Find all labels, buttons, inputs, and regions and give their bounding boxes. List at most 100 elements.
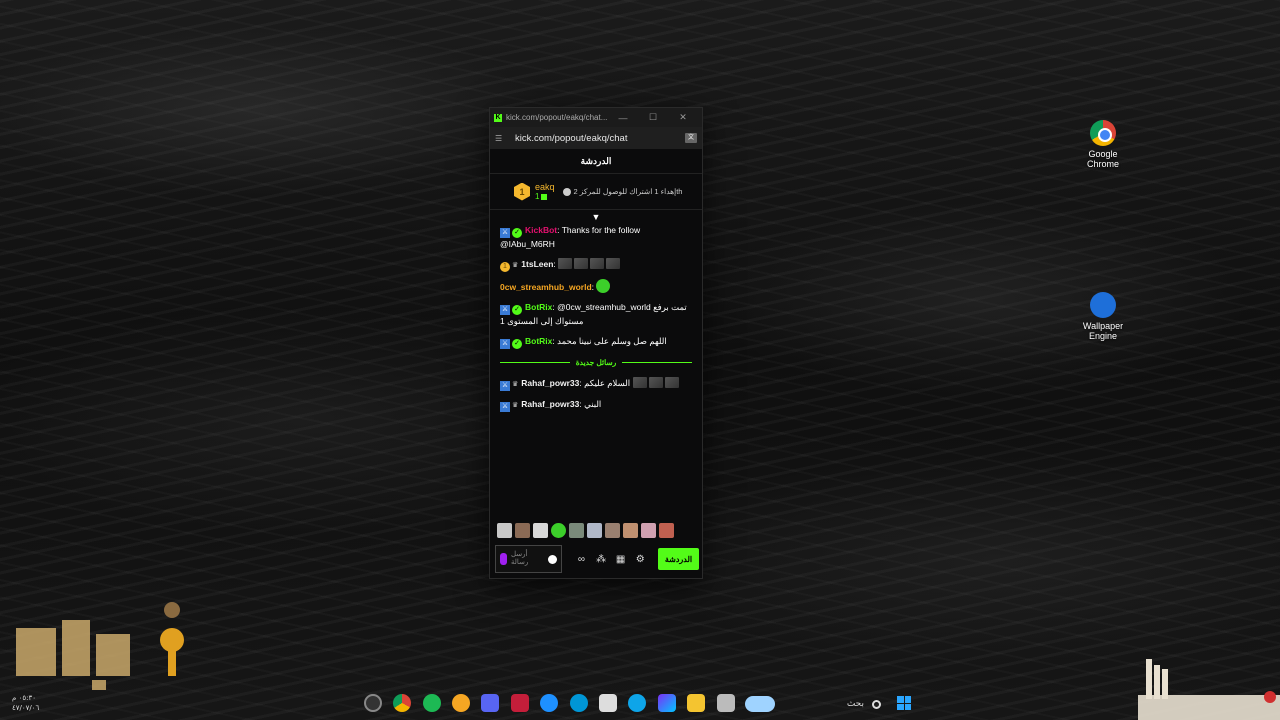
quick-emote-bar <box>497 523 674 538</box>
spotify-icon[interactable] <box>423 694 441 712</box>
green-emote-image <box>596 279 611 293</box>
quick-emote[interactable] <box>587 523 602 538</box>
chat-input-placeholder: أرسل رسالة <box>511 551 529 566</box>
chat-text: : <box>553 259 556 269</box>
chat-message: ⚔ ✓ BotRix: @0cw_streamhub_world تمت برفع … <box>500 301 692 328</box>
desktop-icon-google-chrome[interactable]: Google Chrome <box>1071 120 1135 169</box>
quick-emote[interactable] <box>497 523 512 538</box>
chat-username[interactable]: Rahaf_powr33 <box>521 399 579 409</box>
quick-emote[interactable] <box>569 523 584 538</box>
collapse-arrow-icon[interactable]: ▼ <box>490 210 702 224</box>
store-icon[interactable]: ▦ <box>611 554 631 565</box>
pinned-goal[interactable]: 1 eakq 1 إهداء 1 اشتراك للوصول للمركز 2t… <box>490 174 702 210</box>
quick-emote[interactable] <box>641 523 656 538</box>
chrome-taskbar-icon[interactable] <box>393 694 411 712</box>
chat-message: ⚔ ♛ Rahaf_powr33: السلام عليكم <box>500 377 692 391</box>
maximize-button[interactable]: ☐ <box>638 112 668 123</box>
nodes-icon[interactable]: ⁂ <box>591 554 611 565</box>
obs-icon[interactable] <box>364 694 382 712</box>
store-taskbar-icon[interactable] <box>599 694 617 712</box>
chat-message: 0cw_streamhub_world: <box>500 279 692 294</box>
chat-username[interactable]: 0cw_streamhub_world <box>500 282 592 292</box>
chat-message: ⚔ ✓ KickBot: Thanks for the follow @IAbu_M… <box>500 224 692 251</box>
address-url[interactable]: kick.com/popout/eakq/chat <box>515 133 685 144</box>
app-icon[interactable] <box>452 694 470 712</box>
emote-image <box>664 377 679 388</box>
emoji-picker-icon[interactable] <box>547 554 557 564</box>
translate-icon[interactable]: 文 <box>685 133 697 143</box>
infinity-icon[interactable]: ∞ <box>572 554 592 565</box>
discord-icon[interactable] <box>481 694 499 712</box>
chat-message: ⚔ ✓ BotRix: اللهم صل وسلم على نبينا محمد <box>500 335 692 349</box>
help-icon[interactable] <box>540 694 558 712</box>
desktop-icon-wallpaper-engine[interactable]: Wallpaper Engine <box>1071 292 1135 341</box>
decorative-tray-art <box>1138 659 1280 720</box>
chat-username[interactable]: Rahaf_powr33 <box>521 378 579 388</box>
emote-image <box>606 258 621 269</box>
moderator-badge-icon: ⚔ <box>500 339 510 349</box>
new-messages-divider: رسائل جديدة <box>500 356 692 369</box>
copilot-icon[interactable] <box>658 694 676 712</box>
verified-badge-icon: ✓ <box>512 228 522 238</box>
pinned-text: إهداء 1 اشتراك للوصول للمركز 2th <box>573 187 683 196</box>
subscription-icon <box>541 193 548 200</box>
quick-emote[interactable] <box>515 523 530 538</box>
emote-image <box>558 258 573 269</box>
chat-username[interactable]: KickBot <box>525 225 557 235</box>
chat-header-title: الدردشة <box>490 149 702 174</box>
chat-input-bar: أرسل رسالة ∞ ⁂ ▦ ⚙ الدردشة <box>495 545 700 573</box>
address-bar[interactable]: ☰ kick.com/popout/eakq/chat 文 <box>490 127 702 149</box>
chat-text: : البني <box>579 399 602 409</box>
search-icon <box>872 699 881 709</box>
emote-image <box>632 377 647 388</box>
gift-icon <box>562 187 571 196</box>
chat-text: : اللهم صل وسلم على نبينا محمد <box>552 336 667 346</box>
window-title: kick.com/popout/eakq/chat... <box>506 113 608 122</box>
close-button[interactable]: ✕ <box>668 112 698 123</box>
emote-image <box>590 258 605 269</box>
quick-emote[interactable] <box>659 523 674 538</box>
file-explorer-icon[interactable] <box>687 694 705 712</box>
chat-username[interactable]: BotRix <box>525 336 552 346</box>
chrome-icon <box>1090 120 1116 146</box>
desktop-icon-label: Wallpaper <box>1082 321 1124 331</box>
edge-icon[interactable] <box>628 694 646 712</box>
chat-text: : السلام عليكم <box>579 378 631 388</box>
kick-chat-popup-window: K kick.com/popout/eakq/chat... — ☐ ✕ ☰ k… <box>489 107 703 579</box>
minimize-button[interactable]: — <box>608 113 638 123</box>
mic-icon <box>500 553 507 565</box>
chat-input[interactable]: أرسل رسالة <box>495 545 562 573</box>
new-messages-label: رسائل جديدة <box>575 358 617 367</box>
verified-badge-icon: ✓ <box>512 339 522 349</box>
windows-start-icon[interactable] <box>897 696 911 710</box>
app-window-icon[interactable] <box>717 694 735 712</box>
kick-logo-icon: K <box>494 113 502 122</box>
crown-badge-icon: ♛ <box>512 262 519 269</box>
quick-emote[interactable] <box>605 523 620 538</box>
taskbar-search[interactable]: بحث <box>745 693 887 715</box>
shield-app-icon[interactable] <box>511 694 529 712</box>
quick-emote[interactable] <box>533 523 548 538</box>
chat-message: ⚔ ♛ Rahaf_powr33: البني <box>500 398 692 412</box>
hp-icon[interactable] <box>570 694 588 712</box>
moderator-badge-icon: ⚔ <box>500 381 510 391</box>
weather-icon <box>745 696 775 712</box>
crown-badge-icon: ♛ <box>512 381 519 388</box>
gold-badge-icon: 1 <box>514 182 530 201</box>
chat-message: 1 ♛ 1tsLeen: <box>500 258 692 272</box>
quick-emote[interactable] <box>551 523 566 538</box>
moderator-badge-icon: ⚔ <box>500 228 510 238</box>
chat-text: : Thanks for the follow @IAbu_M6RH <box>500 225 641 249</box>
chat-username[interactable]: 1tsLeen <box>521 259 553 269</box>
window-titlebar[interactable]: K kick.com/popout/eakq/chat... — ☐ ✕ <box>490 108 702 127</box>
settings-gear-icon[interactable]: ⚙ <box>630 554 650 565</box>
decorative-logo <box>16 602 184 690</box>
quick-emote[interactable] <box>623 523 638 538</box>
desktop-icon-label: Engine <box>1088 331 1118 341</box>
pinned-sub-count: 1 <box>535 192 540 201</box>
emote-image <box>574 258 589 269</box>
chat-send-button[interactable]: الدردشة <box>657 548 700 570</box>
site-settings-icon[interactable]: ☰ <box>495 134 507 143</box>
moderator-badge-icon: ⚔ <box>500 402 510 412</box>
chat-username[interactable]: BotRix <box>525 302 552 312</box>
